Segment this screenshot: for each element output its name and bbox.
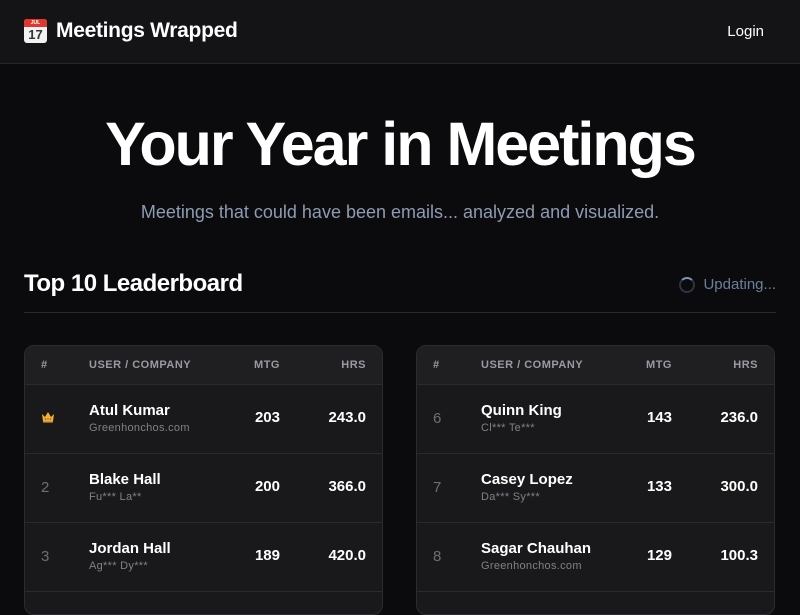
- leaderboard-table-right: # USER / COMPANY MTG HRS 6 Quinn King Cl…: [416, 345, 775, 615]
- user-name: Jordan Hall: [89, 540, 171, 557]
- updating-status-label: Updating...: [703, 276, 776, 293]
- column-header-hours: HRS: [733, 359, 758, 371]
- section-divider: [24, 312, 776, 313]
- login-button[interactable]: Login: [727, 23, 764, 40]
- user-name: Quinn King: [481, 402, 562, 419]
- rank-number: 8: [433, 548, 442, 565]
- table-row[interactable]: 7 Casey Lopez Da*** Sy*** 133 300.0: [417, 454, 774, 523]
- column-header-rank: #: [433, 359, 440, 371]
- rank-number: 3: [41, 548, 50, 565]
- calendar-icon: JUL 17: [24, 19, 47, 43]
- table-row[interactable]: Atul Kumar Greenhonchos.com 203 243.0: [25, 385, 382, 454]
- calendar-icon-day: 17: [28, 27, 43, 42]
- column-header-hours: HRS: [341, 359, 366, 371]
- hours-count: 100.3: [720, 547, 758, 564]
- rank-number: 2: [41, 479, 50, 496]
- user-name: Blake Hall: [89, 471, 161, 488]
- top-nav-bar: JUL 17 Meetings Wrapped Login: [0, 0, 800, 64]
- company-name: Fu*** La**: [89, 491, 142, 503]
- calendar-icon-month: JUL: [24, 19, 47, 27]
- meeting-count: 129: [646, 547, 672, 564]
- brand-title: Meetings Wrapped: [56, 19, 238, 42]
- column-header-user-company: USER / COMPANY: [481, 359, 584, 371]
- column-header-meetings: MTG: [646, 359, 672, 371]
- leaderboard-title: Top 10 Leaderboard: [24, 270, 243, 297]
- leaderboard-table-left: # USER / COMPANY MTG HRS Atul Kumar Gree…: [24, 345, 383, 615]
- user-name: Sagar Chauhan: [481, 540, 592, 557]
- page-subtitle: Meetings that could have been emails... …: [140, 202, 660, 222]
- meeting-count: 189: [254, 547, 280, 564]
- company-name: Greenhonchos.com: [481, 560, 582, 572]
- meeting-count: 143: [646, 409, 672, 426]
- hours-count: 366.0: [328, 478, 366, 495]
- table-header: # USER / COMPANY MTG HRS: [417, 346, 774, 385]
- hours-count: 236.0: [720, 409, 758, 426]
- table-row[interactable]: 6 Quinn King Cl*** Te*** 143 236.0: [417, 385, 774, 454]
- hours-count: 243.0: [328, 409, 366, 426]
- meeting-count: 200: [254, 478, 280, 495]
- hours-count: 420.0: [328, 547, 366, 564]
- rank-number: 6: [433, 410, 442, 427]
- crown-icon: [42, 412, 54, 423]
- page-title: Your Year in Meetings: [105, 110, 697, 178]
- company-name: Greenhonchos.com: [89, 422, 190, 434]
- meeting-count: 133: [646, 478, 672, 495]
- table-row[interactable]: 3 Jordan Hall Ag*** Dy*** 189 420.0: [25, 523, 382, 592]
- company-name: Da*** Sy***: [481, 491, 540, 503]
- updating-status: Updating...: [679, 276, 776, 293]
- table-row[interactable]: 8 Sagar Chauhan Greenhonchos.com 129 100…: [417, 523, 774, 592]
- column-header-user-company: USER / COMPANY: [89, 359, 192, 371]
- company-name: Cl*** Te***: [481, 422, 535, 434]
- table-header: # USER / COMPANY MTG HRS: [25, 346, 382, 385]
- meeting-count: 203: [254, 409, 280, 426]
- hours-count: 300.0: [720, 478, 758, 495]
- brand[interactable]: JUL 17 Meetings Wrapped: [24, 19, 238, 43]
- user-name: Atul Kumar: [89, 402, 170, 419]
- table-row[interactable]: 2 Blake Hall Fu*** La** 200 366.0: [25, 454, 382, 523]
- column-header-rank: #: [41, 359, 48, 371]
- spinner-icon: [679, 276, 696, 293]
- company-name: Ag*** Dy***: [89, 560, 148, 572]
- column-header-meetings: MTG: [254, 359, 280, 371]
- user-name: Casey Lopez: [481, 471, 573, 488]
- rank-number: 7: [433, 479, 442, 496]
